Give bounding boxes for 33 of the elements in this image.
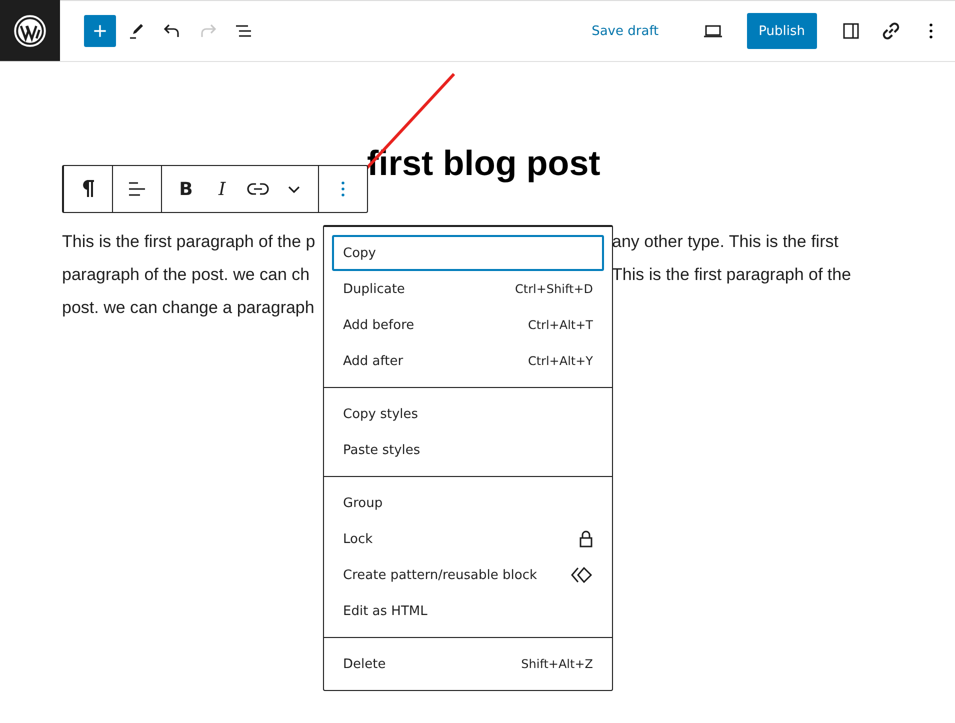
paragraph-text: paragraph of the post. we can ch	[62, 264, 310, 286]
add-block-button[interactable]	[84, 15, 116, 47]
shortcut-label: Ctrl+Alt+Y	[528, 354, 593, 368]
menu-item[interactable]: Copy	[332, 235, 604, 271]
paragraph-text: This is the first paragraph of the p	[62, 231, 316, 253]
paragraph-text: any other type. This is the first	[612, 231, 838, 253]
align-left-icon	[127, 179, 147, 199]
chevron-down-icon	[287, 184, 301, 194]
paragraph-text: This is the first paragraph of the	[612, 264, 852, 286]
save-draft-button[interactable]: Save draft	[584, 18, 667, 44]
more-icon	[341, 181, 345, 197]
menu-item[interactable]: Group	[332, 485, 604, 521]
diamond-icon	[571, 567, 593, 583]
menu-item[interactable]: Add after Ctrl+Alt+Y	[332, 343, 604, 379]
shortcut-label: Shift+Alt+Z	[521, 657, 593, 671]
italic-button[interactable]: I	[204, 166, 240, 212]
menu-item[interactable]: Edit as HTML	[332, 593, 604, 629]
pilcrow-icon	[80, 179, 96, 199]
menu-item[interactable]: Duplicate Ctrl+Shift+D	[332, 271, 604, 307]
menu-item[interactable]: Lock	[332, 521, 604, 557]
publish-button[interactable]: Publish	[746, 13, 817, 49]
site-logo[interactable]	[13, 14, 47, 48]
menu-item[interactable]: Copy styles	[332, 396, 604, 432]
link-icon	[247, 182, 269, 196]
paragraph-text: post. we can change a paragraph	[62, 297, 314, 319]
menu-item[interactable]: Paste styles	[332, 432, 604, 468]
lock-icon	[579, 530, 593, 548]
shortcut-label: Ctrl+Shift+D	[515, 282, 593, 296]
menu-item[interactable]: Add before Ctrl+Alt+T	[332, 307, 604, 343]
menu-item[interactable]: Delete Shift+Alt+Z	[332, 646, 604, 682]
shortcut-label: Ctrl+Alt+T	[528, 318, 593, 332]
bold-button[interactable]: B	[168, 166, 204, 212]
menu-item[interactable]: Create pattern/reusable block	[332, 557, 604, 593]
